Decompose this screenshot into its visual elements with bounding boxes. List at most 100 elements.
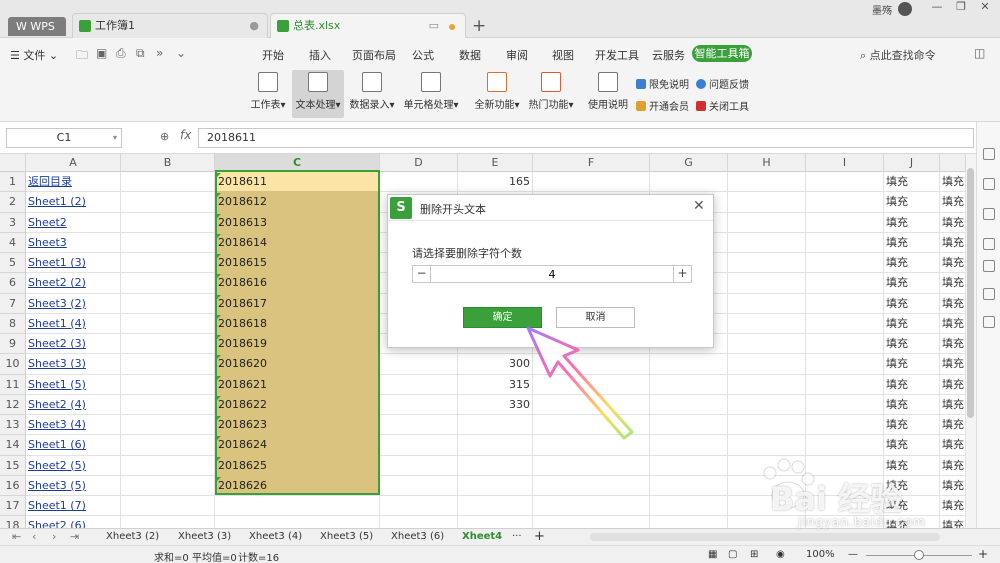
- row-header-14[interactable]: 14: [0, 435, 26, 456]
- menu-data[interactable]: 数据: [459, 47, 481, 63]
- worksheet-button[interactable]: 工作表▾: [248, 70, 288, 118]
- text-processing-button[interactable]: 文本处理▾: [292, 70, 344, 118]
- name-box[interactable]: C1 ▾: [6, 128, 122, 148]
- zoom-in-button[interactable]: +: [978, 547, 988, 561]
- fill-cell-j[interactable]: 填充: [886, 334, 938, 354]
- sheet-link-cell[interactable]: Sheet1 (5): [28, 375, 120, 395]
- sheet-tab[interactable]: Xheet3 (4): [249, 531, 302, 542]
- row-header-15[interactable]: 15: [0, 455, 26, 476]
- sheet-tab[interactable]: Xheet3 (5): [320, 531, 373, 542]
- sheet-tab[interactable]: Xheet3 (3): [178, 531, 231, 542]
- avatar[interactable]: [898, 2, 912, 16]
- membership-link[interactable]: 开通会员: [636, 98, 689, 113]
- minimize-button[interactable]: —: [926, 0, 948, 16]
- free-trial-link[interactable]: 限免说明: [636, 76, 689, 91]
- row-header-13[interactable]: 13: [0, 415, 26, 436]
- row-header-12[interactable]: 12: [0, 394, 26, 415]
- menu-page-layout[interactable]: 页面布局: [352, 47, 396, 63]
- zoom-formula-icon[interactable]: ⊕: [160, 130, 169, 143]
- text-cell-c[interactable]: 2018619: [218, 334, 267, 354]
- text-cell-c[interactable]: 2018626: [218, 476, 267, 496]
- fill-cell-k[interactable]: 填充: [942, 334, 966, 354]
- text-cell-c[interactable]: 2018612: [218, 192, 267, 212]
- column-header-i[interactable]: I: [806, 154, 884, 172]
- fill-cell-k[interactable]: 填充: [942, 172, 966, 192]
- formula-input[interactable]: 2018611: [198, 128, 974, 148]
- file-menu[interactable]: ☰ 文件 ⌄: [10, 47, 58, 63]
- zoom-level[interactable]: 100%: [806, 549, 835, 560]
- maximize-button[interactable]: ❐: [950, 0, 972, 16]
- sheet-link-cell[interactable]: Sheet3: [28, 233, 120, 253]
- text-cell-c[interactable]: 2018620: [218, 354, 267, 374]
- text-cell-c[interactable]: 2018621: [218, 375, 267, 395]
- column-header-h[interactable]: H: [728, 154, 806, 172]
- row-header-11[interactable]: 11: [0, 374, 26, 395]
- sheet-link-cell[interactable]: Sheet2 (3): [28, 334, 120, 354]
- row-header-1[interactable]: 1: [0, 172, 26, 193]
- new-tab-button[interactable]: +: [472, 16, 486, 36]
- prev-icon[interactable]: [983, 260, 995, 272]
- fill-cell-k[interactable]: 填充: [942, 233, 966, 253]
- fx-icon[interactable]: fx: [180, 128, 191, 142]
- column-header-d[interactable]: D: [380, 154, 458, 172]
- column-header-a[interactable]: A: [26, 154, 121, 172]
- save-icon[interactable]: ▣: [96, 46, 107, 60]
- sheet-link-cell[interactable]: Sheet2: [28, 213, 120, 233]
- normal-view-icon[interactable]: ▦: [708, 549, 717, 560]
- next-sheet-icon[interactable]: ›: [52, 530, 56, 543]
- sheet-link-cell[interactable]: Sheet3 (3): [28, 354, 120, 374]
- fill-cell-j[interactable]: 填充: [886, 273, 938, 293]
- fill-cell-j[interactable]: 填充: [886, 172, 938, 192]
- fill-cell-j[interactable]: 填充: [886, 354, 938, 374]
- value-cell-e[interactable]: 165: [460, 172, 530, 192]
- row-header-10[interactable]: 10: [0, 354, 26, 375]
- format-icon[interactable]: [983, 208, 995, 220]
- add-sheet-button[interactable]: +: [534, 529, 545, 544]
- row-header-18[interactable]: 18: [0, 516, 26, 528]
- zoom-out-button[interactable]: —: [848, 549, 858, 560]
- menu-review[interactable]: 审阅: [506, 47, 528, 63]
- text-cell-c[interactable]: 2018624: [218, 435, 267, 455]
- sheet-link-cell[interactable]: Sheet2 (5): [28, 456, 120, 476]
- sheet-link-cell[interactable]: Sheet1 (4): [28, 314, 120, 334]
- open-folder-icon[interactable]: 🗀: [76, 46, 88, 67]
- menu-smart-toolbox[interactable]: 智能工具箱: [692, 45, 752, 62]
- fill-cell-j[interactable]: 填充: [886, 253, 938, 273]
- column-header-extra[interactable]: [940, 154, 966, 172]
- edit-icon[interactable]: [983, 178, 995, 190]
- eye-protect-icon[interactable]: ◉: [776, 549, 785, 560]
- first-sheet-icon[interactable]: ⇤: [12, 530, 21, 543]
- sheet-tab[interactable]: Xheet3 (6): [391, 531, 444, 542]
- sheet-link-cell[interactable]: Sheet3 (5): [28, 476, 120, 496]
- select-all-corner[interactable]: [0, 154, 26, 172]
- filter-icon[interactable]: [983, 238, 995, 250]
- row-header-8[interactable]: 8: [0, 313, 26, 334]
- row-header-9[interactable]: 9: [0, 334, 26, 355]
- fill-cell-j[interactable]: 填充: [886, 415, 938, 435]
- sheet-link-cell[interactable]: Sheet3 (4): [28, 415, 120, 435]
- text-cell-c[interactable]: 2018622: [218, 395, 267, 415]
- last-sheet-icon[interactable]: ⇥: [70, 530, 79, 543]
- fill-cell-j[interactable]: 填充: [886, 192, 938, 212]
- preview-icon[interactable]: ⧉: [136, 46, 145, 61]
- usage-guide-button[interactable]: 使用说明: [588, 70, 628, 118]
- more-quick-icon[interactable]: »: [156, 46, 163, 60]
- close-icon[interactable]: ●: [249, 14, 259, 38]
- row-header-6[interactable]: 6: [0, 273, 26, 294]
- fill-cell-k[interactable]: 填充: [942, 213, 966, 233]
- menu-cloud[interactable]: 云服务: [652, 47, 685, 63]
- new-features-button[interactable]: 全新功能▾: [472, 70, 522, 118]
- sheet-link-cell[interactable]: Sheet2 (2): [28, 273, 120, 293]
- more-sheets-button[interactable]: ···: [512, 531, 522, 542]
- text-cell-c[interactable]: 2018613: [218, 213, 267, 233]
- row-header-17[interactable]: 17: [0, 496, 26, 517]
- fill-cell-j[interactable]: 填充: [886, 395, 938, 415]
- prev-sheet-icon[interactable]: ‹: [32, 530, 36, 543]
- column-header-f[interactable]: F: [533, 154, 650, 172]
- selection-icon[interactable]: [983, 288, 995, 300]
- chevron-down-icon[interactable]: ⌄: [176, 46, 186, 60]
- column-header-e[interactable]: E: [458, 154, 533, 172]
- text-cell-c[interactable]: 2018611: [218, 172, 267, 192]
- row-header-4[interactable]: 4: [0, 232, 26, 253]
- menu-developer[interactable]: 开发工具: [595, 47, 639, 63]
